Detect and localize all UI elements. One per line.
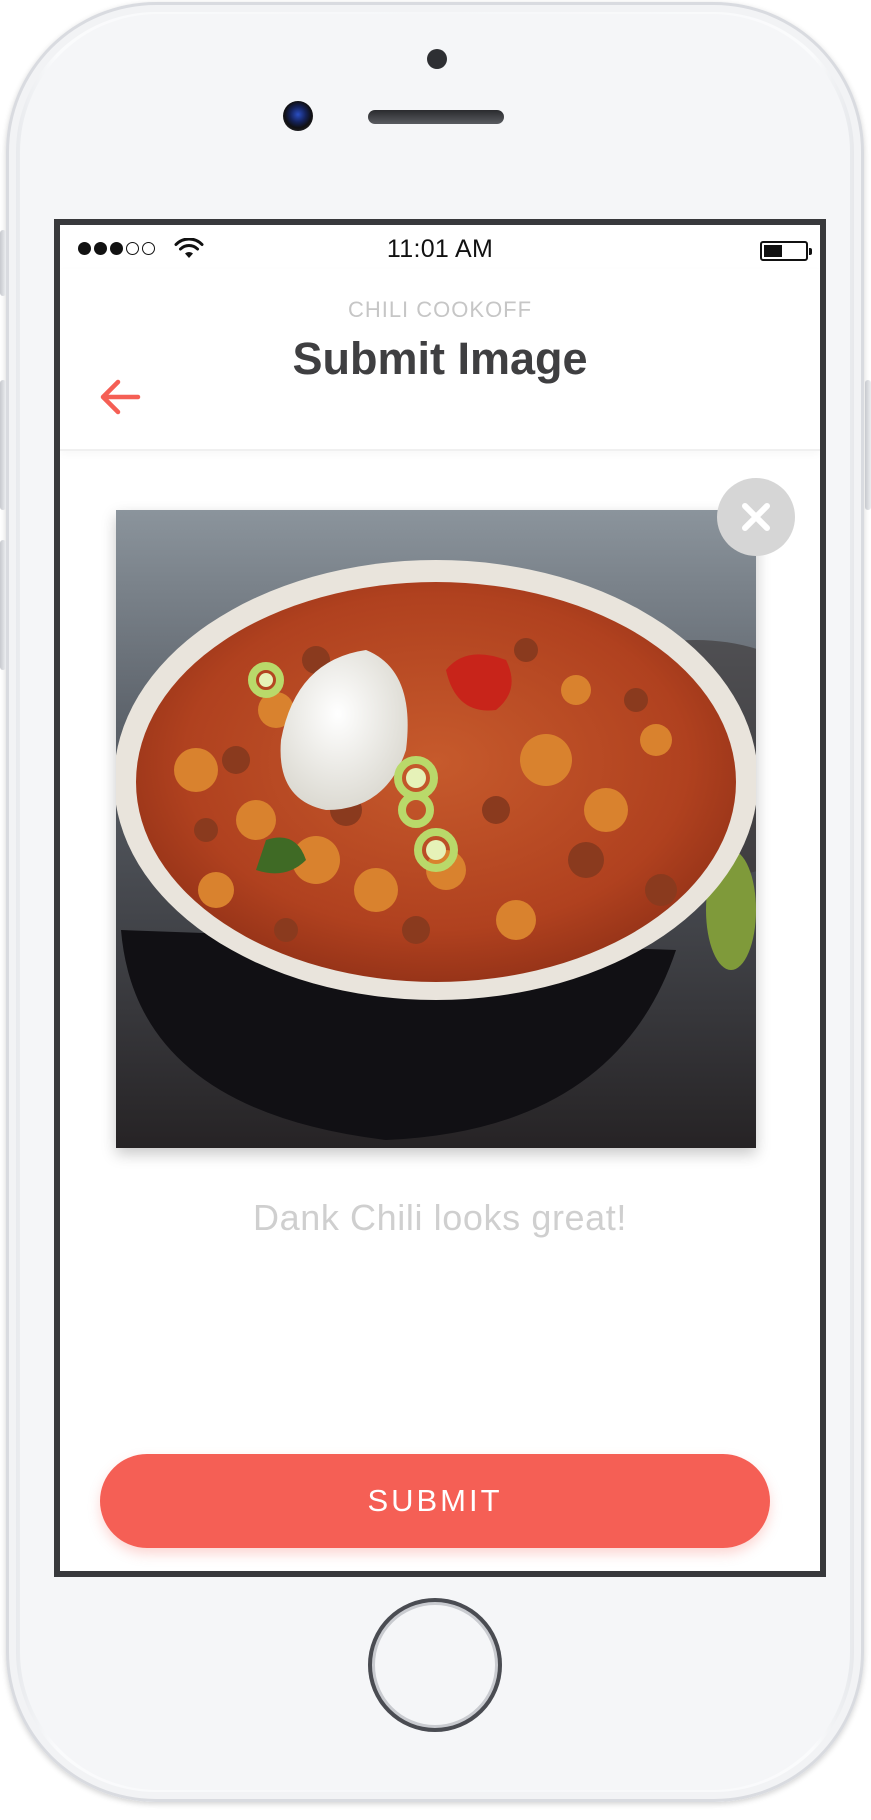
status-time: 11:01 AM — [386, 235, 494, 263]
image-caption: Dank Chili looks great! — [253, 1197, 627, 1238]
submit-image-content: Dank Chili looks great! SUBMIT — [60, 451, 820, 1571]
remove-image-button[interactable] — [717, 478, 795, 556]
proximity-sensor — [427, 49, 447, 69]
mute-switch — [0, 230, 6, 296]
page-title: Submit Image — [292, 333, 588, 384]
chili-photo — [116, 510, 756, 1148]
front-camera — [283, 101, 313, 131]
app-screen: 11:01 AM CHILI COOKOFF Submit Image Dank… — [54, 219, 826, 1577]
earpiece-speaker — [368, 110, 504, 124]
battery-icon — [760, 241, 812, 261]
volume-down-button — [0, 540, 6, 670]
power-button — [865, 380, 871, 510]
volume-up-button — [0, 380, 6, 510]
status-bar: 11:01 AM — [60, 225, 820, 269]
section-overline: CHILI COOKOFF — [347, 297, 533, 322]
nav-header: CHILI COOKOFF Submit Image — [60, 269, 820, 451]
home-button[interactable] — [368, 1598, 502, 1732]
submit-button[interactable]: SUBMIT — [100, 1454, 770, 1548]
close-icon — [742, 503, 770, 531]
